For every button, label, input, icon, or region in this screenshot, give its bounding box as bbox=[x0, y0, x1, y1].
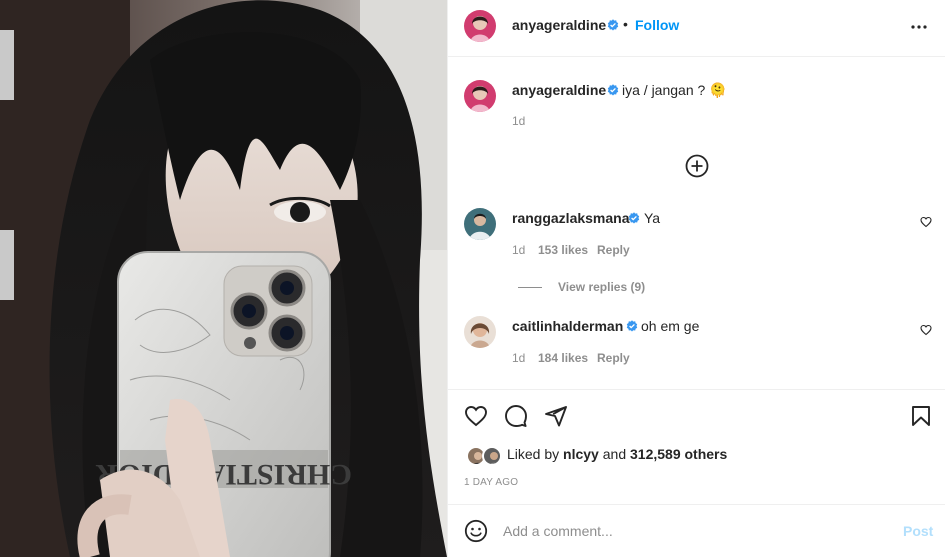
posted-time[interactable]: 1 DAY AGO bbox=[464, 477, 518, 488]
divider bbox=[448, 504, 945, 505]
divider bbox=[448, 389, 945, 390]
verified-badge-icon bbox=[626, 320, 638, 332]
commenter-avatar[interactable] bbox=[464, 208, 496, 240]
follow-button[interactable]: Follow bbox=[635, 17, 679, 33]
likes-others[interactable]: 312,589 others bbox=[630, 446, 727, 462]
post-header: anyageraldine • Follow bbox=[448, 0, 945, 57]
post-button[interactable]: Post bbox=[903, 523, 933, 539]
reply-button[interactable]: Reply bbox=[597, 243, 630, 257]
reply-button[interactable]: Reply bbox=[597, 351, 630, 365]
header-separator-dot: • bbox=[623, 16, 628, 32]
bookmark-icon[interactable] bbox=[909, 404, 933, 428]
view-replies[interactable]: View replies (9) bbox=[518, 278, 645, 294]
heart-icon[interactable] bbox=[464, 404, 488, 428]
comment-likes-count: 184 likes bbox=[538, 351, 588, 365]
selfie-image: CHRISTIAN DIOR bbox=[0, 0, 447, 557]
liker-avatar[interactable] bbox=[482, 446, 502, 466]
verified-badge-icon bbox=[607, 84, 619, 96]
comment-text: Ya bbox=[644, 210, 661, 226]
emoji-icon[interactable] bbox=[464, 519, 488, 543]
verified-badge-icon bbox=[607, 19, 619, 31]
verified-badge-icon bbox=[628, 212, 640, 224]
caption-age: 1d bbox=[512, 114, 526, 128]
load-more-icon[interactable] bbox=[685, 154, 709, 178]
comment-input[interactable] bbox=[503, 518, 883, 544]
view-replies-label[interactable]: View replies (9) bbox=[558, 280, 645, 294]
comment-text: oh em ge bbox=[641, 318, 700, 334]
comment-likes[interactable]: 184 likes bbox=[538, 351, 588, 365]
more-options-icon[interactable] bbox=[910, 18, 928, 36]
post-side-panel: anyageraldine • Follow anyageraldine iya… bbox=[447, 0, 945, 557]
post-photo[interactable]: CHRISTIAN DIOR bbox=[0, 0, 447, 557]
caption-text: iya / jangan ? 🫠 bbox=[622, 82, 727, 98]
comment-icon[interactable] bbox=[504, 404, 528, 428]
comment-username[interactable]: ranggazlaksmana bbox=[512, 210, 630, 226]
comment-age: 1d bbox=[512, 351, 526, 365]
author-avatar[interactable] bbox=[464, 10, 496, 42]
liker-username[interactable]: nlcyy bbox=[563, 446, 599, 462]
comment-likes[interactable]: 153 likes bbox=[538, 243, 588, 257]
likes-and: and bbox=[602, 446, 627, 462]
comment-like-heart-icon[interactable] bbox=[920, 324, 932, 336]
comment-age: 1d bbox=[512, 243, 526, 257]
share-icon[interactable] bbox=[544, 404, 568, 428]
comment-username[interactable]: caitlinhalderman bbox=[512, 318, 623, 334]
commenter-avatar[interactable] bbox=[464, 316, 496, 348]
comment-likes-count: 153 likes bbox=[538, 243, 588, 257]
caption-avatar[interactable] bbox=[464, 80, 496, 112]
author-username[interactable]: anyageraldine bbox=[512, 17, 606, 33]
view-replies-line bbox=[518, 286, 542, 288]
likes-prefix: Liked by bbox=[507, 446, 560, 462]
likes-summary: Liked by nlcyy and 312,589 others bbox=[507, 446, 727, 462]
post-modal: CHRISTIAN DIOR anyageraldine • Follow an… bbox=[0, 0, 945, 557]
comment-like-heart-icon[interactable] bbox=[920, 216, 932, 228]
caption-username[interactable]: anyageraldine bbox=[512, 82, 606, 98]
